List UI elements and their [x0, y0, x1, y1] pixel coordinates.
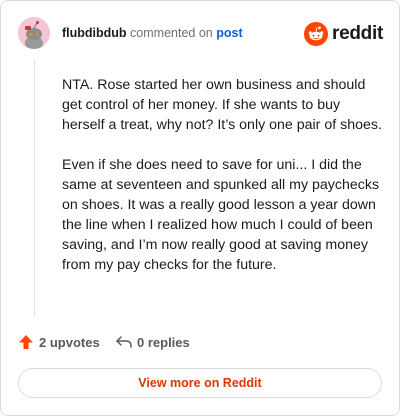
- view-more-button[interactable]: View more on Reddit: [18, 368, 382, 398]
- reply-arrow-icon: [116, 336, 132, 348]
- action-text: commented on: [130, 26, 213, 40]
- comment-paragraph: Even if she does need to save for uni...…: [62, 157, 380, 273]
- reddit-wordmark: reddit: [332, 23, 383, 44]
- reply-count: 0 replies: [137, 334, 190, 350]
- comment-embed-card: flubdibdub commented on post reddit NTA.…: [0, 0, 400, 416]
- user-avatar[interactable]: [18, 17, 50, 49]
- username-link[interactable]: flubdibdub: [62, 26, 127, 40]
- comment-meta: flubdibdub commented on post: [62, 26, 243, 40]
- upvote-button[interactable]: 2 upvotes: [18, 334, 100, 350]
- post-link[interactable]: post: [216, 26, 242, 40]
- comment-paragraph: NTA. Rose started her own business and s…: [62, 77, 382, 133]
- reddit-logo[interactable]: reddit: [304, 21, 383, 47]
- thread-line: [34, 59, 35, 317]
- comment-body: NTA. Rose started her own business and s…: [62, 75, 382, 295]
- reddit-logo-icon: [304, 22, 329, 46]
- upvote-count: 2 upvotes: [39, 334, 100, 350]
- reply-button[interactable]: 0 replies: [115, 334, 190, 350]
- snoo-avatar-icon: [18, 17, 50, 49]
- upvote-arrow-icon: [19, 335, 33, 349]
- comment-header: flubdibdub commented on post reddit: [18, 17, 383, 51]
